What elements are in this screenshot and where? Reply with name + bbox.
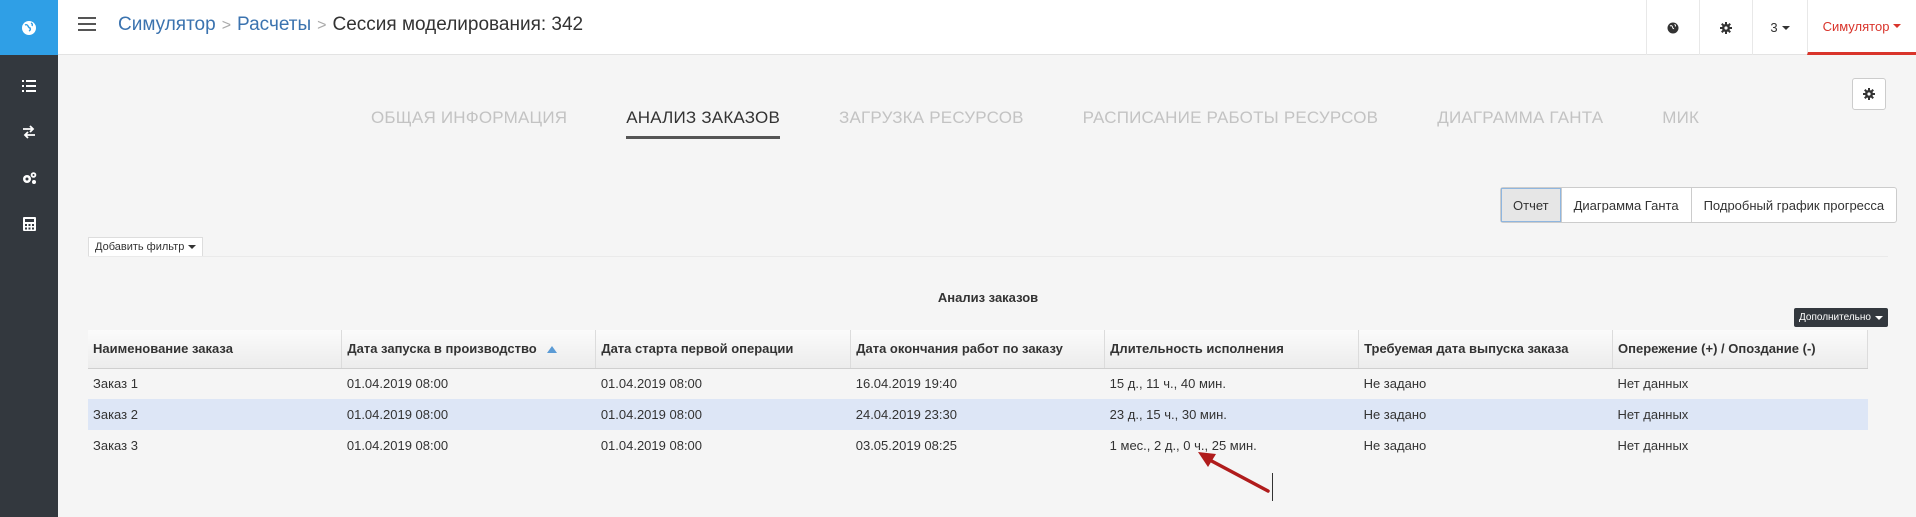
settings-button[interactable] bbox=[1699, 0, 1752, 55]
column-header-launch-date[interactable]: Дата запуска в производство bbox=[341, 330, 597, 369]
list-icon bbox=[22, 80, 36, 92]
table-cell: Нет данных bbox=[1612, 399, 1868, 430]
column-header-order-name[interactable]: Наименование заказа bbox=[88, 330, 343, 369]
table-cell: 01.04.2019 08:00 bbox=[346, 438, 449, 453]
table-cell: 23 д., 15 ч., 30 мин. bbox=[1104, 399, 1359, 430]
sort-ascending-icon bbox=[546, 346, 557, 354]
table-cell: 01.04.2019 08:00 bbox=[346, 376, 449, 392]
table-cell: Заказ 1 bbox=[93, 376, 138, 392]
number-dropdown-label: 3 bbox=[1770, 20, 1778, 35]
table-cell: Не задано bbox=[1358, 399, 1613, 430]
view-progress-button[interactable]: Подробный график прогресса bbox=[1692, 188, 1897, 222]
table-cell: 03.05.2019 08:25 bbox=[855, 438, 957, 453]
caret-down-icon bbox=[1874, 315, 1883, 320]
tab-order-analysis[interactable]: АНАЛИЗ ЗАКАЗОВ bbox=[626, 108, 781, 139]
table-cell: Не задано bbox=[1363, 438, 1427, 453]
sidebar-item-settings[interactable] bbox=[0, 155, 58, 201]
table-cell: 01.04.2019 08:00 bbox=[600, 438, 703, 453]
column-header-label: Дата окончания работ по заказу bbox=[856, 341, 1063, 357]
sidebar-item-list[interactable] bbox=[0, 63, 58, 109]
sidebar-item-calculator[interactable] bbox=[0, 201, 58, 247]
table-cell: Не задано bbox=[1363, 376, 1427, 392]
view-report-button[interactable]: Отчет bbox=[1501, 188, 1562, 222]
table-cell: Заказ 2 bbox=[88, 399, 342, 430]
view-switcher: Отчет Диаграмма Ганта Подробный график п… bbox=[1500, 187, 1898, 223]
tab-mik[interactable]: МИК bbox=[1662, 108, 1699, 139]
more-options-button[interactable]: Дополнительно bbox=[1794, 308, 1888, 327]
swap-arrows-icon bbox=[23, 125, 35, 139]
column-header-label: Требуемая дата выпуска заказа bbox=[1364, 341, 1569, 357]
column-header-label: Дата старта первой операции bbox=[601, 341, 794, 357]
caret-down-icon bbox=[1781, 25, 1790, 30]
table-cell: 24.04.2019 23:30 bbox=[850, 399, 1105, 430]
user-menu-label: Симулятор bbox=[1822, 18, 1890, 34]
language-button[interactable] bbox=[1646, 0, 1699, 55]
table-cell: Нет данных bbox=[1617, 438, 1689, 453]
table-row[interactable]: Заказ 3 01.04.2019 08:00 01.04.2019 08:0… bbox=[88, 430, 1868, 461]
view-gantt-button[interactable]: Диаграмма Ганта bbox=[1562, 188, 1692, 222]
red-arrow-icon bbox=[1198, 452, 1270, 493]
column-header-label: Опережение (+) / Опоздание (-) bbox=[1618, 341, 1816, 357]
orders-table: Наименование заказа Дата запуска в произ… bbox=[88, 330, 1868, 461]
table-cell: 15 д., 11 ч., 40 мин. bbox=[1109, 376, 1226, 392]
column-header-duration[interactable]: Длительность исполнения bbox=[1104, 330, 1360, 369]
gear-icon bbox=[1863, 88, 1875, 100]
text-cursor bbox=[1272, 473, 1273, 501]
more-options-label: Дополнительно bbox=[1799, 312, 1871, 323]
column-header-label: Дата запуска в производство bbox=[347, 341, 537, 357]
sidebar bbox=[0, 0, 58, 517]
table-row[interactable]: Заказ 2 01.04.2019 08:00 01.04.2019 08:0… bbox=[88, 399, 1868, 430]
globe-icon bbox=[22, 20, 36, 35]
breadcrumb-simulator-link[interactable]: Симулятор bbox=[118, 14, 216, 35]
number-dropdown[interactable]: 3 bbox=[1752, 0, 1807, 55]
table-cell: 01.04.2019 08:00 bbox=[341, 399, 596, 430]
breadcrumb: Симулятор > Расчеты > Сессия моделирования: … bbox=[118, 14, 583, 36]
table-cell: 16.04.2019 19:40 bbox=[855, 376, 957, 392]
caret-down-icon bbox=[1893, 24, 1902, 28]
user-menu-dropdown[interactable]: Симулятор bbox=[1807, 0, 1916, 55]
table-cell: 01.04.2019 08:00 bbox=[595, 399, 851, 430]
add-filter-button[interactable]: Добавить фильтр bbox=[88, 237, 204, 257]
main-tabs: ОБЩАЯ ИНФОРМАЦИЯ АНАЛИЗ ЗАКАЗОВ ЗАГРУЗКА… bbox=[371, 108, 1699, 139]
globe-icon bbox=[1667, 22, 1679, 33]
app-logo[interactable] bbox=[0, 0, 58, 55]
column-header-first-op-start[interactable]: Дата старта первой операции bbox=[595, 330, 852, 369]
tab-resource-schedule[interactable]: РАСПИСАНИЕ РАБОТЫ РЕСУРСОВ bbox=[1083, 108, 1379, 139]
table-cell: 01.04.2019 08:00 bbox=[600, 376, 703, 392]
table-row[interactable]: Заказ 1 01.04.2019 08:00 01.04.2019 08:0… bbox=[88, 368, 1868, 399]
page-settings-button[interactable] bbox=[1852, 78, 1886, 110]
add-filter-label: Добавить фильтр bbox=[95, 241, 185, 253]
top-bar: Симулятор > Расчеты > Сессия моделирования: … bbox=[58, 0, 1916, 55]
column-header-label: Наименование заказа bbox=[93, 341, 233, 357]
hamburger-menu-icon[interactable] bbox=[78, 17, 96, 35]
page-title: Сессия моделирования: 342 bbox=[332, 14, 584, 35]
column-header-required-date[interactable]: Требуемая дата выпуска заказа bbox=[1358, 330, 1614, 369]
breadcrumb-separator: > bbox=[317, 17, 327, 34]
column-header-lead-delay[interactable]: Опережение (+) / Опоздание (-) bbox=[1612, 330, 1868, 369]
column-header-label: Длительность исполнения bbox=[1110, 341, 1284, 357]
gears-icon bbox=[22, 172, 36, 184]
table-cell: Нет данных bbox=[1617, 376, 1689, 392]
tab-gantt-chart[interactable]: ДИАГРАММА ГАНТА bbox=[1437, 108, 1603, 139]
column-header-order-end[interactable]: Дата окончания работ по заказу bbox=[850, 330, 1106, 369]
table-header-row: Наименование заказа Дата запуска в произ… bbox=[88, 330, 1868, 369]
top-actions: 3 Симулятор bbox=[1646, 0, 1916, 55]
caret-down-icon bbox=[188, 245, 197, 249]
sidebar-item-exchange[interactable] bbox=[0, 109, 58, 155]
calculator-icon bbox=[22, 217, 36, 231]
report-title: Анализ заказов bbox=[937, 290, 1039, 305]
gear-icon bbox=[1720, 21, 1732, 34]
tab-resource-load[interactable]: ЗАГРУЗКА РЕСУРСОВ bbox=[839, 108, 1024, 139]
breadcrumb-separator: > bbox=[221, 17, 232, 34]
divider bbox=[88, 256, 1888, 257]
breadcrumb-calculations-link[interactable]: Расчеты bbox=[237, 14, 311, 35]
tab-general-info[interactable]: ОБЩАЯ ИНФОРМАЦИЯ bbox=[371, 108, 567, 139]
table-cell: Заказ 3 bbox=[93, 438, 138, 453]
